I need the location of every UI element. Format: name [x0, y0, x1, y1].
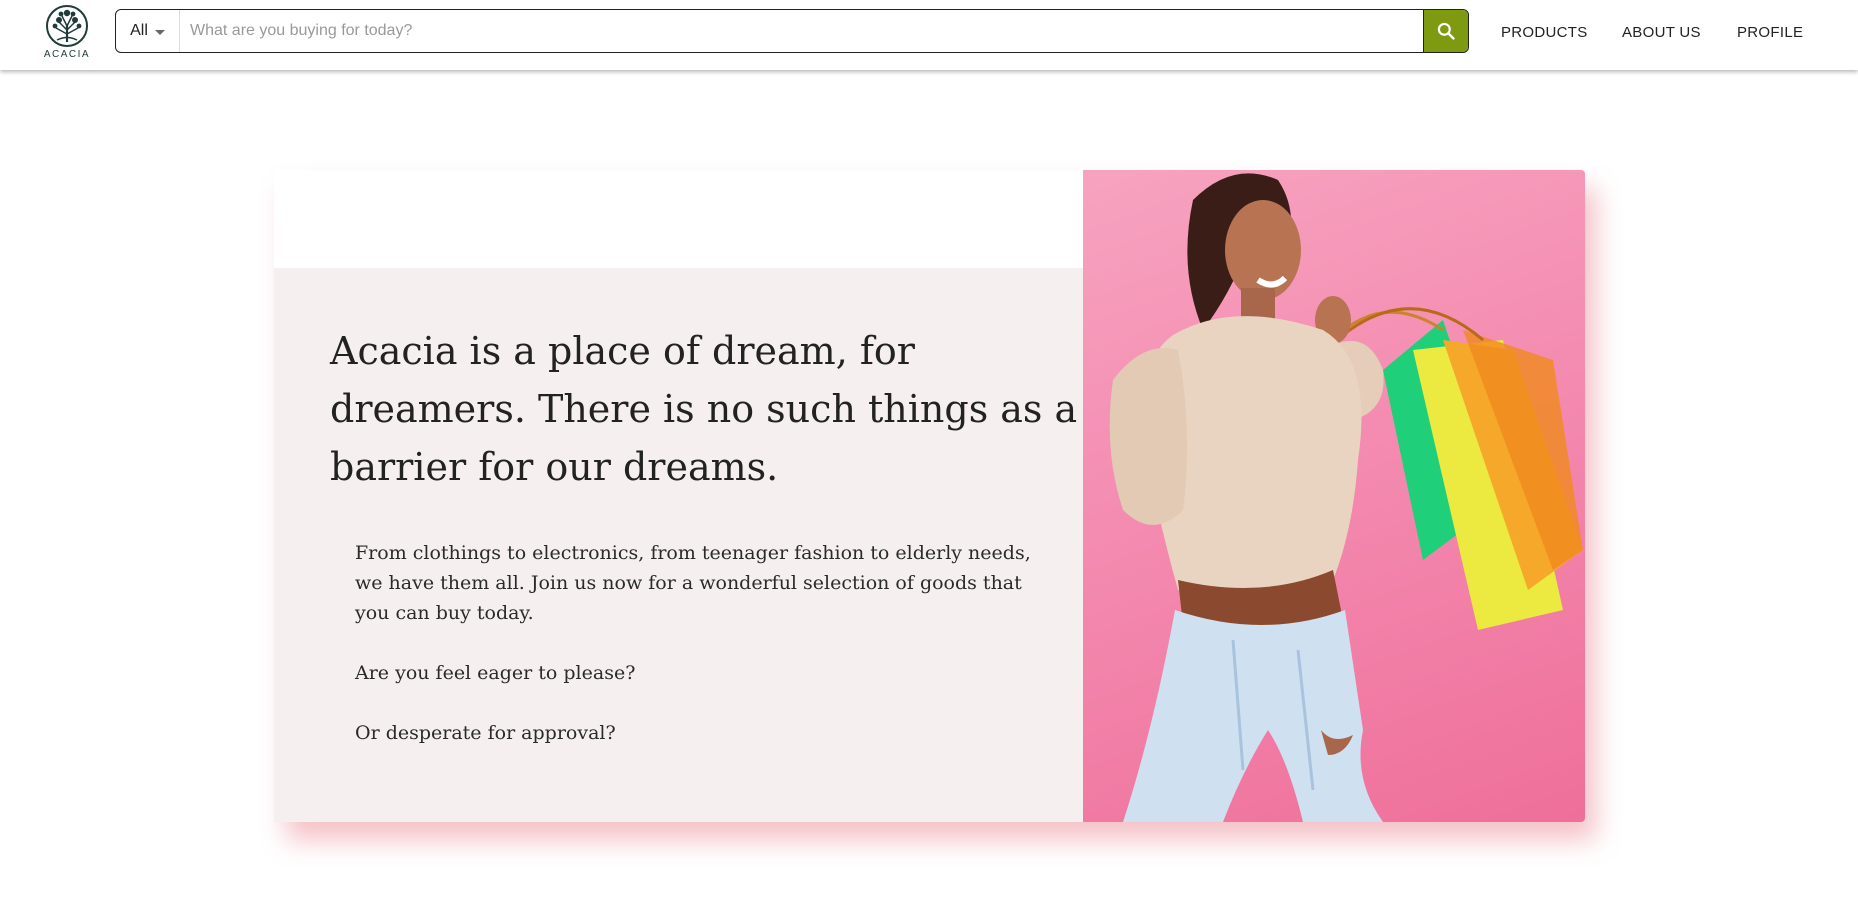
- tree-logo-icon: [46, 5, 88, 47]
- hero-paragraph: From clothings to electronics, from teen…: [355, 542, 1031, 624]
- search-button[interactable]: [1423, 10, 1468, 52]
- search-input[interactable]: [180, 10, 1423, 52]
- logo-text: ACACIA: [43, 49, 91, 60]
- search-bar: All: [115, 9, 1469, 53]
- nav-products-link[interactable]: PRODUCTS: [1501, 24, 1588, 41]
- nav-profile-link[interactable]: PROFILE: [1737, 24, 1803, 41]
- chevron-down-icon: [154, 29, 165, 35]
- hero-paragraph: Or desperate for approval?: [355, 722, 616, 744]
- hero-top-spacer: [274, 170, 1084, 268]
- hero-image: [1083, 170, 1585, 822]
- woman-with-shopping-bags-illustration: [1109, 173, 1583, 822]
- nav-about-us-link[interactable]: ABOUT US: [1622, 24, 1701, 41]
- brand-logo[interactable]: ACACIA: [42, 4, 92, 62]
- top-navbar: ACACIA All PRODUCTS ABOUT US PROFILE: [0, 0, 1858, 70]
- search-icon: [1437, 22, 1455, 40]
- hero-headline: Acacia is a place of dream, for dreamers…: [330, 329, 1078, 489]
- search-category-label: All: [130, 22, 148, 39]
- hero-paragraph: Are you feel eager to please?: [355, 662, 636, 684]
- search-category-select[interactable]: All: [116, 10, 180, 52]
- hero-body-copy: From clothings to electronics, from teen…: [355, 538, 1045, 778]
